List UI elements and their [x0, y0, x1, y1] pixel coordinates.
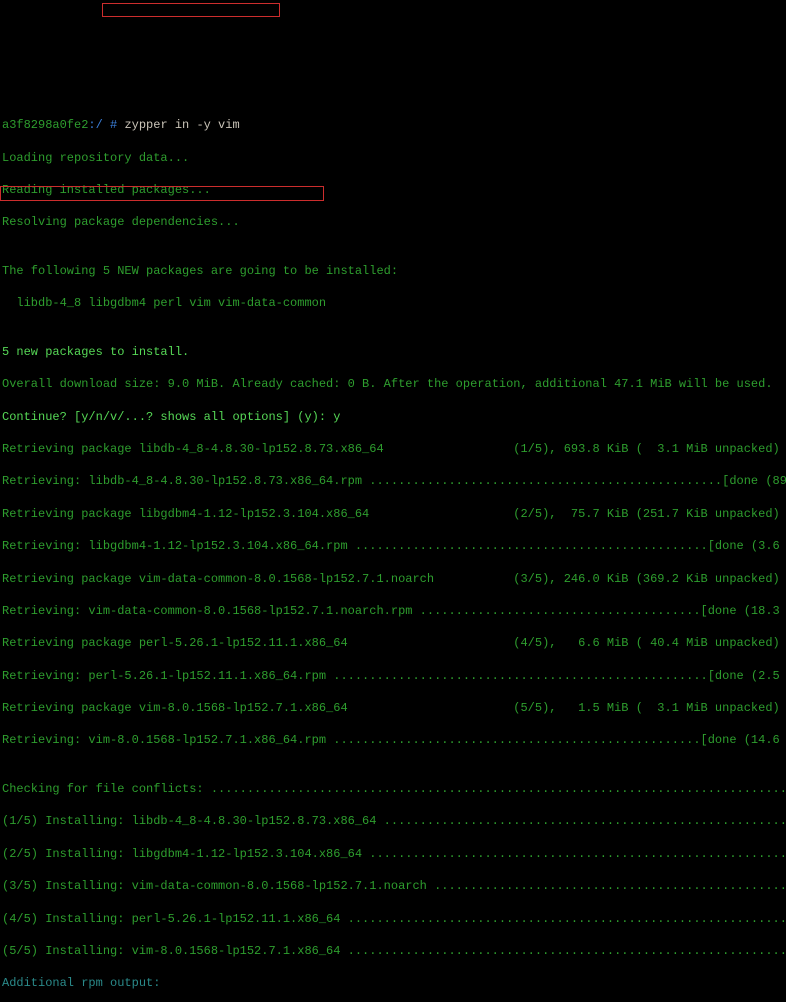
prompt-sep: :	[88, 118, 95, 132]
retrieve-2: Retrieving package libgdbm4-1.12-lp152.3…	[2, 506, 784, 522]
output-newpkgs: 5 new packages to install.	[2, 344, 784, 360]
typed-command: zypper in -y vim	[124, 118, 239, 132]
prompt-path: /	[96, 118, 103, 132]
retrieve-5b: Retrieving: vim-8.0.1568-lp152.7.1.x86_6…	[2, 732, 784, 748]
retrieve-2b: Retrieving: libgdbm4-1.12-lp152.3.104.x8…	[2, 538, 784, 554]
retrieve-3b: Retrieving: vim-data-common-8.0.1568-lp1…	[2, 603, 784, 619]
additional-output-header: Additional rpm output:	[2, 975, 784, 991]
install-5: (5/5) Installing: vim-8.0.1568-lp152.7.1…	[2, 943, 784, 959]
output-overall: Overall download size: 9.0 MiB. Already …	[2, 376, 784, 392]
prompt-line-1[interactable]: a3f8298a0fe2:/ # zypper in -y vim	[2, 117, 784, 133]
install-3: (3/5) Installing: vim-data-common-8.0.15…	[2, 878, 784, 894]
retrieve-3: Retrieving package vim-data-common-8.0.1…	[2, 571, 784, 587]
check-conflicts: Checking for file conflicts: ...........…	[2, 781, 784, 797]
output-following: The following 5 NEW packages are going t…	[2, 263, 784, 279]
overall-b: After the operation, additional 47.1 MiB…	[384, 377, 773, 391]
prompt-hash: #	[103, 118, 125, 132]
retrieve-1b: Retrieving: libdb-4_8-4.8.30-lp152.8.73.…	[2, 473, 784, 489]
retrieve-4: Retrieving package perl-5.26.1-lp152.11.…	[2, 635, 784, 651]
command-highlight-box	[102, 3, 280, 17]
prompt-host: a3f8298a0fe2	[2, 118, 88, 132]
install-2: (2/5) Installing: libgdbm4-1.12-lp152.3.…	[2, 846, 784, 862]
output-pkglist: libdb-4_8 libgdbm4 perl vim vim-data-com…	[2, 295, 784, 311]
output-continue: Continue? [y/n/v/...? shows all options]…	[2, 409, 784, 425]
retrieve-4b: Retrieving: perl-5.26.1-lp152.11.1.x86_6…	[2, 668, 784, 684]
install-1: (1/5) Installing: libdb-4_8-4.8.30-lp152…	[2, 813, 784, 829]
retrieve-5: Retrieving package vim-8.0.1568-lp152.7.…	[2, 700, 784, 716]
overall-a: Overall download size: 9.0 MiB. Already …	[2, 377, 384, 391]
output-loading: Loading repository data...	[2, 150, 784, 166]
retrieve-1: Retrieving package libdb-4_8-4.8.30-lp15…	[2, 441, 784, 457]
output-resolving: Resolving package dependencies...	[2, 214, 784, 230]
output-reading: Reading installed packages...	[2, 182, 784, 198]
install-4: (4/5) Installing: perl-5.26.1-lp152.11.1…	[2, 911, 784, 927]
